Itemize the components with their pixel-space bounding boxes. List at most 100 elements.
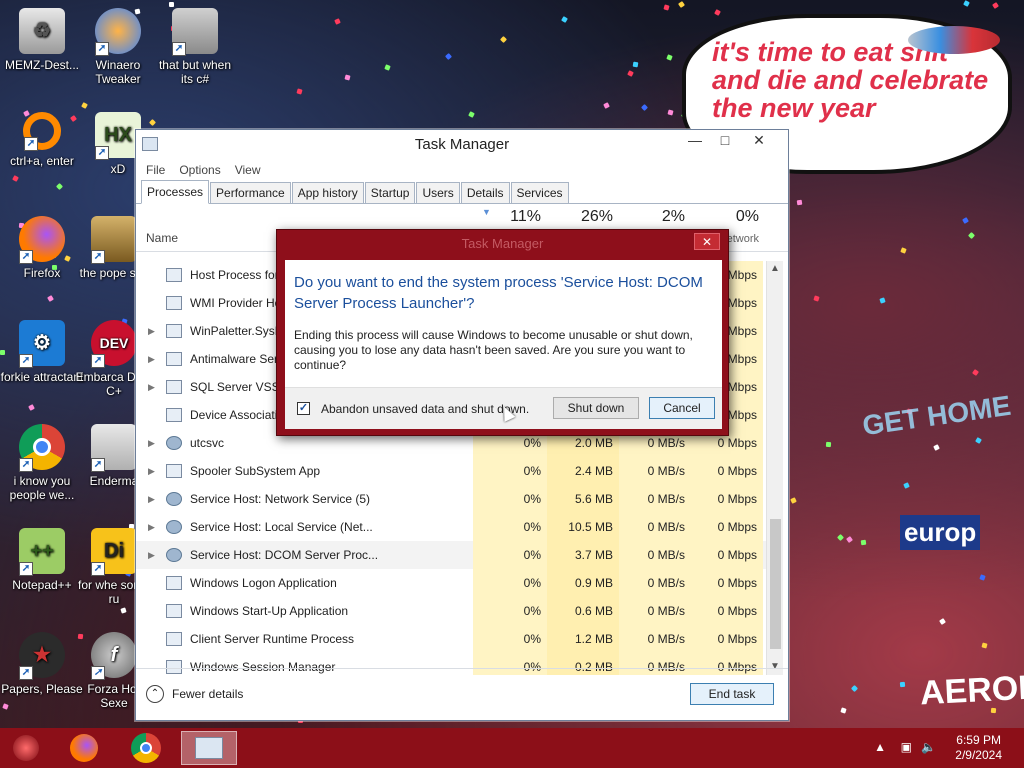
confetti-piece — [603, 102, 610, 109]
table-row[interactable]: Windows Logon Application 0% 0.9 MB 0 MB/s 0… — [136, 569, 766, 597]
network-cell: 0 Mbps — [691, 485, 763, 513]
chrome-icon: ➚ — [19, 424, 65, 472]
confetti-piece — [825, 441, 832, 448]
clock[interactable]: 6:59 PM 2/9/2024 — [955, 733, 1002, 763]
expand-chevron-icon[interactable]: ▶ — [148, 513, 155, 541]
disk-cell: 0 MB/s — [619, 457, 691, 485]
scroll-thumb[interactable] — [770, 519, 781, 649]
confetti-piece — [836, 533, 845, 542]
shut-down-button[interactable]: Shut down — [553, 397, 639, 419]
tab-startup[interactable]: Startup — [364, 182, 416, 203]
confetti-piece — [444, 52, 453, 61]
taskbar-firefox[interactable] — [62, 731, 106, 765]
europ-sign: europ — [900, 515, 981, 550]
show-hidden-icons-icon[interactable]: ▲ — [874, 740, 886, 754]
tab-details[interactable]: Details — [460, 182, 510, 203]
table-row[interactable]: ▶ Spooler SubSystem App 0% 2.4 MB 0 MB/s 0 Mb… — [136, 457, 766, 485]
cpu-cell: 0% — [473, 541, 547, 569]
close-button[interactable]: ✕ — [742, 130, 776, 152]
process-name: Windows Start-Up Application — [190, 604, 349, 618]
confetti-piece — [972, 369, 979, 376]
aeropostale-sign: AEROPOS — [919, 665, 1024, 713]
taskbar-task-manager[interactable] — [181, 731, 237, 765]
desktop-icon-that-but[interactable]: ➚ that but when its c# — [153, 8, 237, 86]
tab-processes[interactable]: Processes — [141, 180, 210, 204]
menu-options[interactable]: Options — [179, 163, 220, 177]
notepadpp-icon: ++ ➚ — [19, 528, 65, 576]
task-manager-footer: ⌃ Fewer details End task — [136, 668, 788, 720]
firefox-icon — [70, 734, 98, 762]
expand-chevron-icon[interactable]: ▶ — [148, 345, 155, 373]
expand-chevron-icon[interactable]: ▶ — [148, 429, 155, 457]
desktop-icon-ctrl-a[interactable]: ➚ ctrl+a, enter — [0, 112, 84, 168]
confetti-piece — [678, 1, 685, 8]
gear-icon — [166, 436, 182, 450]
start-orb-icon — [13, 735, 39, 761]
abandon-data-checkbox[interactable]: ✓ — [297, 402, 310, 415]
scroll-up-icon[interactable]: ▲ — [767, 261, 783, 277]
window-icon — [166, 604, 182, 618]
expand-chevron-icon[interactable]: ▶ — [148, 485, 155, 513]
taskbar: ▲ ▣ 🔈 6:59 PM 2/9/2024 — [0, 728, 1024, 768]
fewer-details-label: Fewer details — [172, 687, 244, 701]
gear-icon — [166, 548, 182, 562]
taskbar-chrome[interactable] — [124, 731, 168, 765]
fewer-details-link[interactable]: ⌃ Fewer details — [146, 685, 243, 703]
desktop-icon-winaero[interactable]: ➚ Winaero Tweaker — [76, 8, 160, 86]
confetti-piece — [840, 707, 847, 714]
window-icon — [166, 324, 182, 338]
wmi-icon — [166, 296, 182, 310]
column-name[interactable]: Name — [146, 231, 178, 245]
network-icon[interactable]: ▣ — [901, 740, 912, 754]
confetti-piece — [55, 182, 64, 191]
cpu-cell: 0% — [473, 597, 547, 625]
tab-services[interactable]: Services — [510, 182, 569, 203]
memory-cell: 5.6 MB — [547, 485, 619, 513]
memory-cell: 0.9 MB — [547, 569, 619, 597]
title-bar[interactable]: Task Manager — □ ✕ — [136, 130, 788, 160]
table-row[interactable]: ▶ Service Host: Local Service (Net... 0% 10… — [136, 513, 766, 541]
table-row[interactable]: ▶ Service Host: DCOM Server Proc... 0% 3.7 … — [136, 541, 766, 569]
maximize-button[interactable]: □ — [710, 130, 740, 152]
confetti-piece — [296, 88, 303, 95]
window-icon — [166, 380, 182, 394]
confetti-piece — [813, 295, 820, 302]
confetti-piece — [903, 482, 910, 489]
column-disk[interactable]: 2% — [619, 208, 685, 226]
cpu-cell: 0% — [473, 625, 547, 653]
column-cpu[interactable]: 11% — [473, 208, 541, 226]
memory-cell: 0.6 MB — [547, 597, 619, 625]
disk-cell: 0 MB/s — [619, 597, 691, 625]
cancel-button[interactable]: Cancel — [649, 397, 715, 419]
table-row[interactable]: ▶ Service Host: Network Service (5) 0% 5.6 … — [136, 485, 766, 513]
expand-chevron-icon[interactable]: ▶ — [148, 541, 155, 569]
volume-muted-icon[interactable]: 🔈 — [921, 740, 936, 754]
start-button[interactable] — [4, 731, 48, 765]
menu-file[interactable]: File — [146, 163, 165, 177]
dialog-close-button[interactable]: ✕ — [694, 233, 720, 250]
flash-icon: f ➚ — [91, 632, 137, 680]
chevron-up-icon: ⌃ — [146, 685, 164, 703]
menu-view[interactable]: View — [235, 163, 261, 177]
tab-app-history[interactable]: App history — [291, 182, 364, 203]
column-memory[interactable]: 26% — [547, 208, 613, 226]
table-row[interactable]: Client Server Runtime Process 0% 1.2 MB 0 M… — [136, 625, 766, 653]
desktop-icon-memz[interactable]: ♻ MEMZ-Dest... — [0, 8, 84, 72]
expand-chevron-icon[interactable]: ▶ — [148, 317, 155, 345]
vertical-scrollbar[interactable]: ▲ ▼ — [766, 261, 783, 675]
monitor-settings-icon: ⚙ ➚ — [19, 320, 65, 368]
column-network[interactable]: 0% — [691, 208, 759, 226]
expand-chevron-icon[interactable]: ▶ — [148, 457, 155, 485]
expand-chevron-icon[interactable]: ▶ — [148, 373, 155, 401]
confetti-piece — [344, 74, 351, 81]
tab-users[interactable]: Users — [416, 182, 460, 203]
minimize-button[interactable]: — — [680, 130, 710, 152]
tab-performance[interactable]: Performance — [210, 182, 291, 203]
end-task-button[interactable]: End task — [690, 683, 774, 705]
table-row[interactable]: Windows Start-Up Application 0% 0.6 MB 0 MB… — [136, 597, 766, 625]
confetti-piece — [850, 684, 859, 693]
end-process-dialog: Task Manager ✕ Do you want to end the sy… — [276, 229, 729, 436]
confetti-piece — [561, 16, 568, 23]
papers-please-icon: ★ ➚ — [19, 632, 65, 680]
confetti-piece — [666, 54, 673, 61]
